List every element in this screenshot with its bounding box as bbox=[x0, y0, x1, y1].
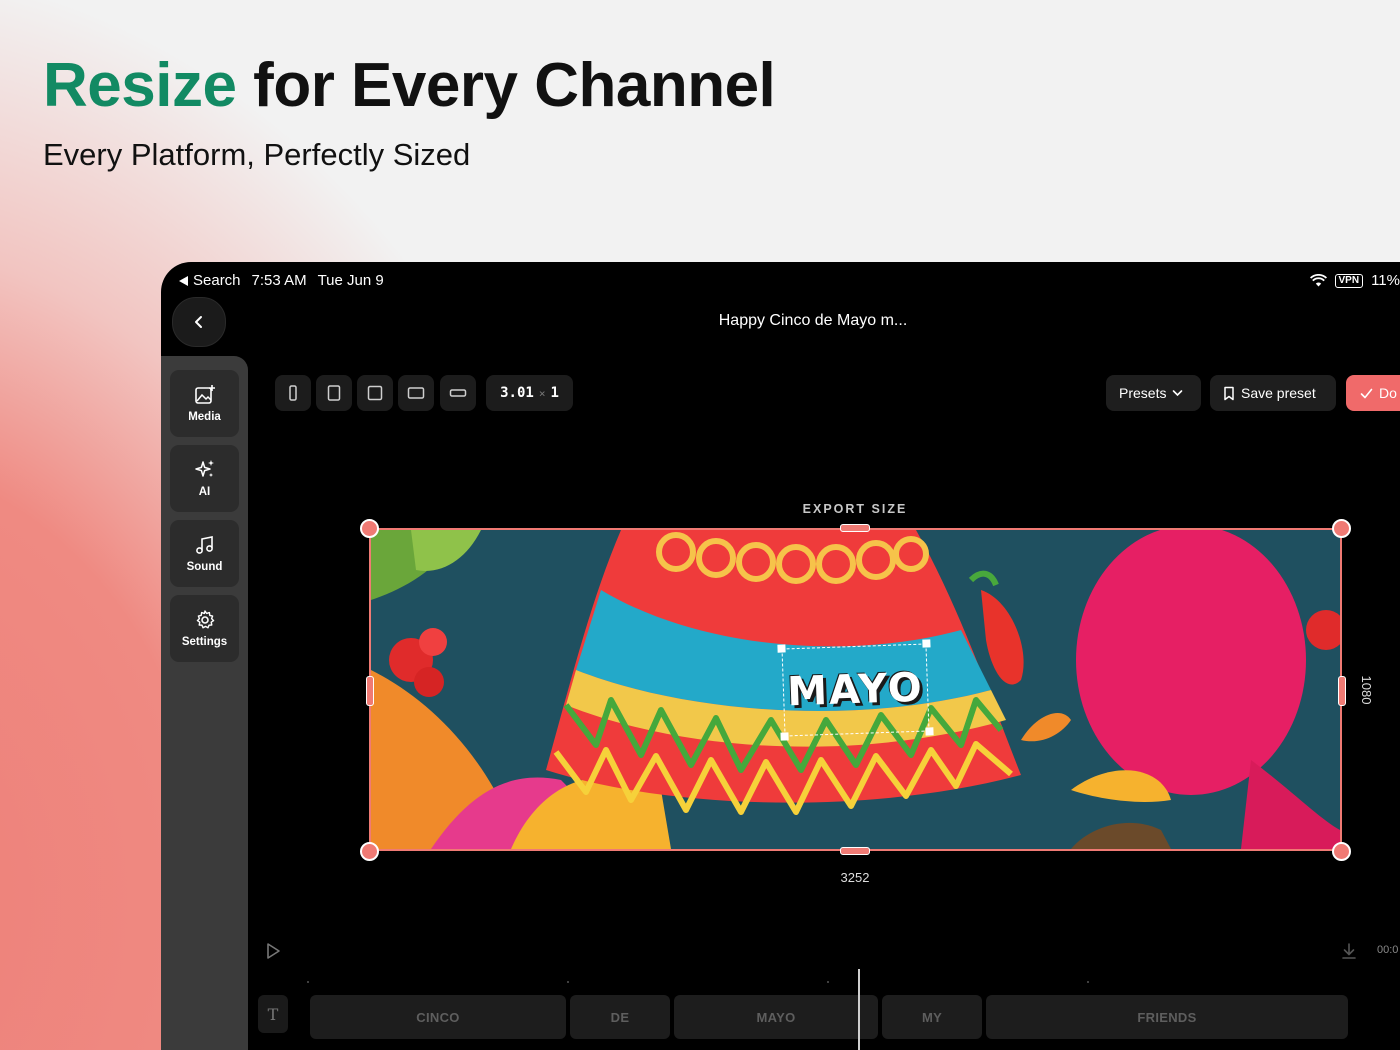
wifi-icon bbox=[1309, 274, 1327, 287]
presets-dropdown[interactable]: Presets bbox=[1106, 375, 1201, 411]
sidebar-item-label: Sound bbox=[186, 561, 223, 573]
ratio-portrait-icon bbox=[327, 385, 341, 401]
ratio-landscape-icon bbox=[407, 387, 425, 399]
resize-handle-right[interactable] bbox=[1338, 676, 1346, 706]
play-icon bbox=[267, 943, 280, 959]
resize-handle-bottom[interactable] bbox=[840, 847, 870, 855]
resize-handle-top[interactable] bbox=[840, 524, 870, 532]
status-bar: Search 7:53 AM Tue Jun 9 VPN 11% bbox=[161, 262, 1400, 298]
timeline-clip-cinco[interactable]: CINCO bbox=[310, 995, 566, 1039]
ratio-tall-icon bbox=[289, 385, 297, 401]
timeline-playhead[interactable] bbox=[858, 969, 860, 1050]
sidebar-item-ai[interactable]: AI bbox=[170, 445, 239, 512]
sidebar-item-label: Media bbox=[188, 411, 221, 423]
overlay-handle[interactable] bbox=[925, 727, 934, 736]
done-button[interactable]: Do bbox=[1346, 375, 1400, 411]
ratio-separator: × bbox=[538, 386, 546, 400]
device-screen: Search 7:53 AM Tue Jun 9 VPN 11% Happy C… bbox=[161, 262, 1400, 1050]
text-overlay-content: MAYO bbox=[786, 664, 925, 716]
text-overlay[interactable]: MAYO bbox=[777, 639, 934, 741]
ratio-height-value: 1 bbox=[550, 385, 559, 401]
overlay-handle[interactable] bbox=[780, 732, 789, 741]
status-left: Search 7:53 AM Tue Jun 9 bbox=[179, 272, 384, 289]
gear-icon bbox=[196, 610, 214, 629]
sidebar-item-settings[interactable]: Settings bbox=[170, 595, 239, 662]
battery-level: 11% bbox=[1371, 272, 1400, 289]
download-icon bbox=[1342, 943, 1356, 959]
resize-handle-bottom-left[interactable] bbox=[360, 842, 379, 861]
tool-sidebar: Media AI Sound Settings bbox=[161, 356, 248, 1050]
marketing-subheadline: Every Platform, Perfectly Sized bbox=[43, 137, 471, 172]
back-to-app-link[interactable]: Search bbox=[179, 272, 241, 289]
sidebar-item-media[interactable]: Media bbox=[170, 370, 239, 437]
overlay-handle[interactable] bbox=[777, 644, 786, 653]
save-preset-button[interactable]: Save preset bbox=[1210, 375, 1336, 411]
document-title: Happy Cinco de Mayo m... bbox=[718, 312, 908, 329]
ratio-square-icon bbox=[367, 385, 383, 401]
sidebar-item-label: Settings bbox=[181, 636, 228, 648]
download-button[interactable] bbox=[1341, 942, 1357, 965]
timeline-clip-friends[interactable]: FRIENDS bbox=[986, 995, 1348, 1039]
ratio-1-1-button[interactable] bbox=[357, 375, 393, 411]
bookmark-icon bbox=[1224, 386, 1234, 400]
done-label: Do bbox=[1379, 385, 1397, 401]
resize-handle-top-left[interactable] bbox=[360, 519, 379, 538]
media-add-icon bbox=[194, 385, 215, 404]
save-preset-label: Save preset bbox=[1241, 385, 1316, 401]
sidebar-item-sound[interactable]: Sound bbox=[170, 520, 239, 587]
ratio-4-5-button[interactable] bbox=[316, 375, 352, 411]
export-height-label: 1080 bbox=[1359, 675, 1374, 705]
canvas-image[interactable]: MAYO bbox=[369, 528, 1342, 851]
presets-label: Presets bbox=[1119, 385, 1167, 401]
status-right: VPN 11% bbox=[1309, 272, 1400, 289]
timeline-ruler bbox=[307, 981, 1400, 985]
music-note-icon bbox=[195, 536, 213, 554]
vpn-badge: VPN bbox=[1334, 273, 1364, 288]
sparkles-icon bbox=[194, 460, 214, 477]
overlay-handle[interactable] bbox=[922, 639, 931, 648]
text-track-icon[interactable]: T bbox=[258, 995, 288, 1033]
checkmark-icon bbox=[1360, 388, 1373, 398]
status-date: Tue Jun 9 bbox=[317, 272, 384, 289]
ratio-width-value: 3.01 bbox=[500, 385, 534, 401]
timeline-clip-mayo[interactable]: MAYO bbox=[674, 995, 878, 1039]
sidebar-item-label: AI bbox=[198, 486, 211, 498]
ratio-4-3-button[interactable] bbox=[398, 375, 434, 411]
ratio-9-16-button[interactable] bbox=[275, 375, 311, 411]
chevron-left-icon bbox=[195, 316, 202, 328]
resize-handle-top-right[interactable] bbox=[1332, 519, 1351, 538]
chevron-down-icon bbox=[1173, 390, 1183, 397]
back-button[interactable] bbox=[172, 297, 226, 347]
aspect-ratio-input[interactable]: 3.01 × 1 bbox=[486, 375, 573, 411]
resize-handle-left[interactable] bbox=[366, 676, 374, 706]
playback-time: 00:0 bbox=[1377, 944, 1399, 956]
status-time: 7:53 AM bbox=[251, 272, 307, 289]
headline-accent: Resize bbox=[43, 51, 237, 120]
headline-rest: for Every Channel bbox=[236, 51, 776, 120]
play-button[interactable] bbox=[265, 942, 281, 965]
resize-handle-bottom-right[interactable] bbox=[1332, 842, 1351, 861]
back-app-label: Search bbox=[193, 272, 241, 289]
timeline-clip-de[interactable]: DE bbox=[570, 995, 670, 1039]
ratio-wide-button[interactable] bbox=[440, 375, 476, 411]
ratio-wide-icon bbox=[449, 389, 467, 397]
export-width-label: 3252 bbox=[840, 870, 870, 885]
back-triangle-icon bbox=[179, 275, 188, 286]
export-size-label: EXPORT SIZE bbox=[802, 502, 908, 516]
marketing-headline: Resize for Every Channel bbox=[43, 50, 776, 121]
timeline-clip-my[interactable]: MY bbox=[882, 995, 982, 1039]
